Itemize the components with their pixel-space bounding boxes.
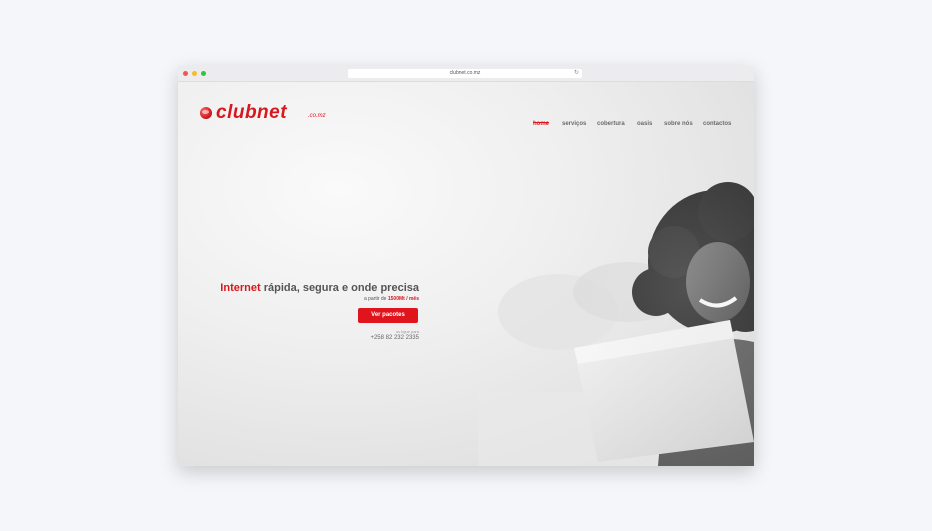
maximize-window-dot[interactable] — [201, 71, 206, 76]
browser-window: clubnet.co.mz ↻ clubnet .co.mz home serv… — [178, 66, 754, 466]
globe-icon — [200, 107, 212, 119]
nav-item-oasis[interactable]: oasis — [637, 121, 652, 127]
minimize-window-dot[interactable] — [192, 71, 197, 76]
phone-number[interactable]: +258 82 232 2335 — [370, 335, 419, 341]
hero-headline: Internet rápida, segura e onde precisa — [220, 282, 419, 294]
nav-item-cobertura[interactable]: cobertura — [597, 121, 625, 127]
web-page: clubnet .co.mz home serviços cobertura o… — [178, 82, 754, 466]
ver-pacotes-button[interactable]: Ver pacotes — [358, 308, 418, 323]
browser-toolbar: clubnet.co.mz ↻ — [178, 66, 754, 82]
close-window-dot[interactable] — [183, 71, 188, 76]
hero-photo-woman-with-laptop — [478, 142, 754, 466]
reload-icon[interactable]: ↻ — [574, 69, 579, 78]
hero-headline-rest: rápida, segura e onde precisa — [263, 282, 419, 294]
call-label: ou ligue para — [395, 329, 419, 334]
price-value: 1500Mt / mês — [387, 296, 419, 302]
logo-domain-suffix: .co.mz — [308, 113, 326, 119]
price-prefix: a partir de — [363, 296, 387, 302]
nav-item-sobre-nos[interactable]: sobre nós — [664, 121, 693, 127]
nav-item-servicos[interactable]: serviços — [562, 121, 586, 127]
hero-price: a partir de 1500Mt / mês — [364, 296, 419, 302]
nav-item-contactos[interactable]: contactos — [703, 121, 731, 127]
active-nav-indicator — [533, 122, 549, 123]
hero-headline-accent: Internet — [220, 282, 261, 294]
logo-wordmark: clubnet — [216, 102, 288, 123]
address-bar[interactable]: clubnet.co.mz ↻ — [348, 69, 582, 78]
address-bar-url: clubnet.co.mz — [449, 70, 481, 76]
